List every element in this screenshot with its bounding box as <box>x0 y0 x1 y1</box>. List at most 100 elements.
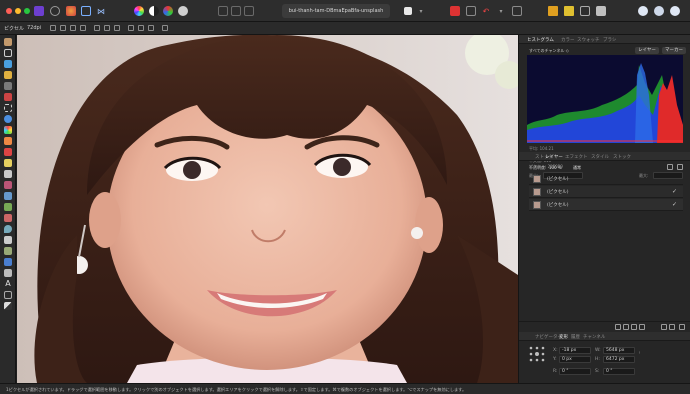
paint-brush-icon[interactable] <box>4 71 12 79</box>
w-field[interactable]: 5648 px <box>603 347 635 354</box>
zoom-window-button[interactable] <box>24 8 30 14</box>
fx-icon[interactable] <box>631 324 637 330</box>
blur-tool-icon[interactable] <box>4 225 12 233</box>
minimize-window-button[interactable] <box>15 8 21 14</box>
delete-layer-icon[interactable] <box>679 324 685 330</box>
zoom-tool-icon[interactable] <box>4 291 12 299</box>
flip-horizontal-icon[interactable] <box>138 25 144 31</box>
tab-histogram[interactable]: ヒストグラム <box>527 37 554 43</box>
document-tab[interactable]: bui-thanh-tam-DBmaEpaBfa-unsplash <box>282 4 390 18</box>
levels-icon[interactable] <box>149 6 159 16</box>
marquee-mode-icon[interactable] <box>218 6 228 16</box>
color-wheel-icon[interactable] <box>134 6 144 16</box>
tab-styles[interactable]: スタイル <box>591 154 609 160</box>
blend-mode-select[interactable]: 通常 <box>573 165 581 171</box>
align-icon[interactable] <box>564 6 574 16</box>
rotate-icon[interactable] <box>128 25 134 31</box>
eraser-tool-icon[interactable] <box>4 170 12 178</box>
smudge-tool-icon[interactable] <box>4 236 12 244</box>
persona-pixel-icon[interactable] <box>50 6 60 16</box>
undo-icon[interactable]: ↶ <box>481 6 491 16</box>
anchor-grid[interactable] <box>529 346 545 362</box>
unit-label[interactable]: ピクセル <box>4 25 24 32</box>
layer-row-1[interactable]: (ピクセル) <box>529 173 683 185</box>
document-canvas[interactable] <box>17 35 518 383</box>
split-view-icon[interactable] <box>654 6 664 16</box>
adjustment-icon[interactable] <box>623 324 629 330</box>
white-balance-icon[interactable] <box>178 6 188 16</box>
marquee-tool-icon[interactable] <box>4 104 12 112</box>
snapping-icon[interactable] <box>450 6 460 16</box>
hsl-icon[interactable] <box>163 6 173 16</box>
healing-tool-icon[interactable] <box>4 203 12 211</box>
align-bottom-icon[interactable] <box>114 25 120 31</box>
tab-history[interactable]: 履歴 <box>571 334 580 340</box>
layer-style-icon[interactable] <box>639 324 645 330</box>
sponge-tool-icon[interactable] <box>4 247 12 255</box>
align-left-icon[interactable] <box>50 25 56 31</box>
distribute-icon[interactable] <box>80 25 86 31</box>
text-tool-icon[interactable]: A <box>4 280 12 288</box>
mask-icon[interactable] <box>404 7 412 15</box>
tab-transform[interactable]: 変形 <box>559 334 568 340</box>
chevron-down-icon-2[interactable]: ▾ <box>496 6 506 16</box>
view-icon[interactable] <box>638 6 648 16</box>
layer-button[interactable]: レイヤー <box>635 47 659 54</box>
close-window-button[interactable] <box>6 8 12 14</box>
pen-tool-icon[interactable] <box>4 258 12 266</box>
persona-develop-icon[interactable] <box>81 6 91 16</box>
channel-select[interactable]: すべてのチャンネル ◇ <box>529 48 569 54</box>
shear-field[interactable]: 0 ° <box>603 368 635 375</box>
mask-layer-icon[interactable] <box>615 324 621 330</box>
move-tool-icon[interactable] <box>4 49 12 57</box>
flip-vertical-icon[interactable] <box>148 25 154 31</box>
align-right-icon[interactable] <box>70 25 76 31</box>
pencil-tool-icon[interactable] <box>4 137 12 145</box>
tab-stock-2[interactable]: ストック <box>613 154 631 160</box>
assistant-icon[interactable] <box>512 6 522 16</box>
lock-icon[interactable] <box>667 164 673 170</box>
align-center-icon[interactable] <box>60 25 66 31</box>
marquee-add-icon[interactable] <box>231 6 241 16</box>
crop-tool-icon[interactable] <box>4 82 12 90</box>
share-icon[interactable]: ⋈ <box>96 6 106 16</box>
tab-color[interactable]: カラー <box>561 37 575 43</box>
persona-liquify-icon[interactable] <box>66 6 76 16</box>
grid-icon[interactable] <box>466 6 476 16</box>
align-top-icon[interactable] <box>94 25 100 31</box>
color-picker-icon[interactable] <box>4 60 12 68</box>
rotation-field[interactable]: 0 ° <box>559 368 591 375</box>
app-logo-icon[interactable] <box>34 6 44 16</box>
tab-swatches[interactable]: スウォッチ <box>577 37 600 43</box>
marquee-subtract-icon[interactable] <box>244 6 254 16</box>
chevron-down-icon[interactable]: ▾ <box>416 6 426 16</box>
red-eye-tool-icon[interactable] <box>4 214 12 222</box>
dodge-tool-icon[interactable] <box>4 181 12 189</box>
flood-fill-icon[interactable] <box>4 115 12 123</box>
opacity-value[interactable]: 100 % <box>549 165 562 170</box>
folder-icon[interactable] <box>661 324 667 330</box>
mirror-view-icon[interactable] <box>670 6 680 16</box>
tab-channels[interactable]: チャンネル <box>583 334 605 340</box>
tab-navigator[interactable]: ナビゲーター <box>535 334 562 340</box>
color-swatch-icon[interactable] <box>4 302 12 310</box>
layer-row-2[interactable]: (ピクセル) ✓ <box>529 186 683 198</box>
transform-icon[interactable] <box>580 6 590 16</box>
y-field[interactable]: 0 px <box>559 356 591 363</box>
tab-effects[interactable]: エフェクト <box>565 154 588 160</box>
flip-icon[interactable] <box>596 6 606 16</box>
clone-tool-icon[interactable] <box>4 192 12 200</box>
link-icon[interactable]: ⁞ <box>639 351 640 356</box>
align-middle-icon[interactable] <box>104 25 110 31</box>
tab-brushes[interactable]: ブラシ <box>603 37 616 43</box>
layer-visibility-check[interactable]: ✓ <box>672 201 677 208</box>
gradient-tool-icon[interactable] <box>4 126 12 134</box>
layer-visibility-check[interactable]: ✓ <box>672 188 677 195</box>
h-field[interactable]: 6472 px <box>603 356 635 363</box>
pixel-tool-icon[interactable] <box>4 159 12 167</box>
arrange-icon[interactable] <box>548 6 558 16</box>
transform-origin-icon[interactable] <box>162 25 168 31</box>
x-field[interactable]: -18 px <box>559 347 591 354</box>
dpi-label[interactable]: 72dpi <box>27 25 41 31</box>
tab-layers[interactable]: レイヤー <box>545 154 563 160</box>
